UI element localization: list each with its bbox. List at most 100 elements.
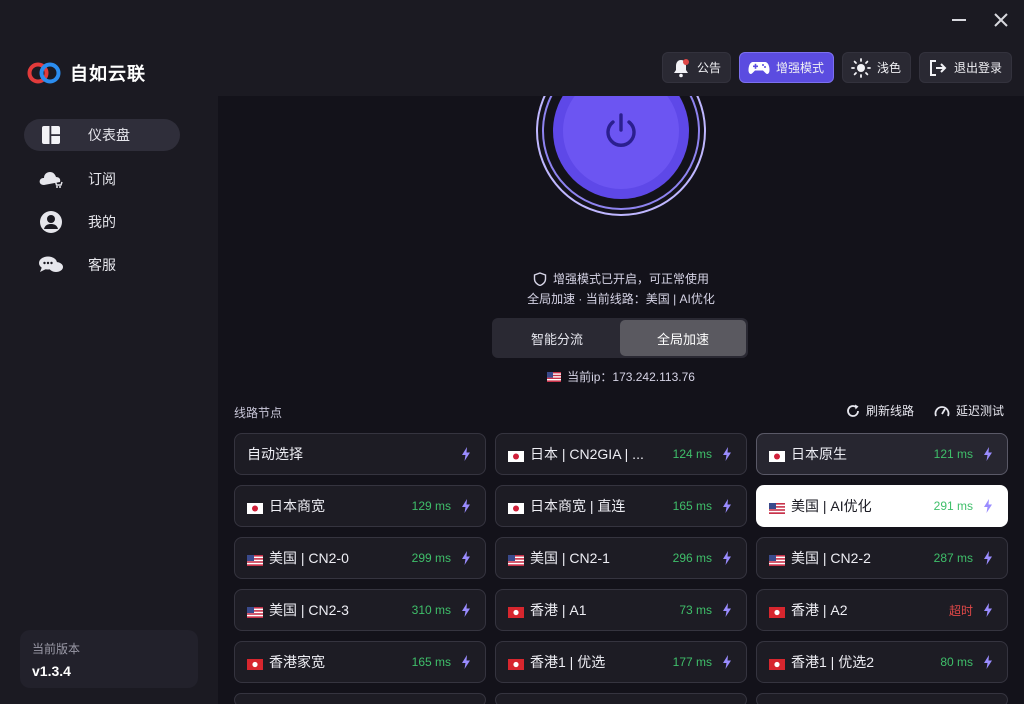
minimize-icon bbox=[952, 19, 966, 21]
chat-icon bbox=[38, 252, 64, 278]
power-button-face bbox=[563, 96, 679, 189]
node-name: 美国 | CN2-3 bbox=[269, 602, 349, 618]
node-latency: 73 ms bbox=[679, 603, 712, 617]
shield-icon bbox=[533, 271, 547, 286]
hk-flag-icon bbox=[247, 657, 263, 670]
logo-icon bbox=[27, 62, 61, 84]
main-panel: 增强模式已开启，可正常使用 全局加速 · 当前线路：美国 | AI优化 智能分流… bbox=[218, 96, 1024, 704]
minimize-button[interactable] bbox=[944, 8, 974, 32]
cloud-cart-icon bbox=[38, 166, 64, 192]
node-latency: 291 ms bbox=[933, 499, 973, 513]
node-card[interactable]: 香港 | A1 73 ms bbox=[495, 589, 747, 631]
node-name: 香港 | A1 bbox=[530, 602, 587, 618]
sidebar-item-support[interactable]: 客服 bbox=[24, 249, 180, 281]
node-latency: 124 ms bbox=[672, 447, 712, 461]
node-latency: 296 ms bbox=[672, 551, 712, 565]
bolt-icon bbox=[983, 655, 995, 669]
bolt-icon bbox=[983, 603, 995, 617]
us-flag-icon bbox=[508, 553, 524, 566]
node-card[interactable] bbox=[495, 693, 747, 704]
node-card[interactable]: 日本商宽 129 ms bbox=[234, 485, 486, 527]
node-latency: 177 ms bbox=[672, 655, 712, 669]
node-name: 香港家宽 bbox=[269, 654, 325, 670]
node-card[interactable]: 日本商宽 | 直连 165 ms bbox=[495, 485, 747, 527]
sidebar-item-label: 仪表盘 bbox=[88, 127, 130, 143]
app-name: 自如云联 bbox=[70, 64, 146, 84]
power-control bbox=[536, 96, 706, 216]
sun-icon bbox=[851, 57, 871, 78]
theme-label: 浅色 bbox=[876, 61, 901, 75]
close-icon bbox=[994, 13, 1008, 27]
sidebar-item-label: 订阅 bbox=[88, 171, 116, 187]
close-button[interactable] bbox=[986, 8, 1016, 32]
logout-button[interactable]: 退出登录 bbox=[918, 52, 1012, 83]
sidebar-item-label: 客服 bbox=[88, 257, 116, 273]
node-name: 香港1 | 优选2 bbox=[791, 654, 874, 670]
node-name: 日本商宽 bbox=[269, 498, 325, 514]
enhanced-mode-button[interactable]: 增强模式 bbox=[738, 52, 834, 83]
refresh-label: 刷新线路 bbox=[865, 404, 914, 418]
node-name: 香港1 | 优选 bbox=[530, 654, 606, 670]
sidebar-item-dashboard[interactable]: 仪表盘 bbox=[24, 119, 180, 151]
node-latency: 287 ms bbox=[933, 551, 973, 565]
node-card[interactable]: 香港 | A2 超时 bbox=[756, 589, 1008, 631]
node-card[interactable]: 自动选择 bbox=[234, 433, 486, 475]
nodes-section-actions: 刷新线路 延迟测试 bbox=[846, 402, 1004, 419]
bolt-icon bbox=[461, 655, 473, 669]
node-name: 日本 | CN2GIA | ... bbox=[530, 446, 644, 462]
refresh-icon bbox=[847, 404, 859, 417]
jp-flag-icon bbox=[508, 449, 524, 462]
us-flag-icon bbox=[247, 553, 263, 566]
node-card[interactable]: 香港1 | 优选 177 ms bbox=[495, 641, 747, 683]
node-name: 美国 | CN2-2 bbox=[791, 550, 871, 566]
dashboard-icon bbox=[38, 122, 64, 148]
gamepad-icon bbox=[748, 61, 770, 74]
node-latency: 80 ms bbox=[940, 655, 973, 669]
mode-switch: 智能分流 全局加速 bbox=[492, 318, 748, 358]
power-icon bbox=[606, 113, 636, 147]
theme-button[interactable]: 浅色 bbox=[841, 52, 911, 83]
sidebar-item-label: 我的 bbox=[88, 214, 116, 230]
node-card[interactable]: 美国 | CN2-1 296 ms bbox=[495, 537, 747, 579]
mode-smart-split[interactable]: 智能分流 bbox=[494, 320, 620, 356]
node-latency: 165 ms bbox=[672, 499, 712, 513]
logout-label: 退出登录 bbox=[953, 61, 1002, 75]
announcement-label: 公告 bbox=[696, 61, 721, 75]
node-card[interactable]: 美国 | AI优化 291 ms bbox=[756, 485, 1008, 527]
node-card[interactable]: 日本原生 121 ms bbox=[756, 433, 1008, 475]
sidebar-item-subscribe[interactable]: 订阅 bbox=[24, 163, 180, 195]
refresh-routes-button[interactable]: 刷新线路 bbox=[846, 402, 914, 419]
node-latency: 165 ms bbox=[411, 655, 451, 669]
nodes-section-title: 线路节点 bbox=[234, 406, 283, 420]
version-value: v1.3.4 bbox=[32, 663, 71, 679]
node-card[interactable]: 美国 | CN2-0 299 ms bbox=[234, 537, 486, 579]
latency-test-button[interactable]: 延迟测试 bbox=[934, 402, 1004, 419]
node-card[interactable] bbox=[234, 693, 486, 704]
node-card[interactable]: 香港1 | 优选2 80 ms bbox=[756, 641, 1008, 683]
hk-flag-icon bbox=[508, 605, 524, 618]
bolt-icon bbox=[461, 603, 473, 617]
node-name: 香港 | A2 bbox=[791, 602, 848, 618]
bolt-icon bbox=[461, 551, 473, 565]
node-name: 日本原生 bbox=[791, 446, 847, 462]
hk-flag-icon bbox=[508, 657, 524, 670]
us-flag-icon bbox=[547, 371, 562, 382]
user-icon bbox=[38, 209, 64, 235]
node-latency: 121 ms bbox=[933, 447, 973, 461]
hk-flag-icon bbox=[769, 657, 785, 670]
node-card[interactable] bbox=[756, 693, 1008, 704]
bolt-icon bbox=[722, 447, 734, 461]
bolt-icon bbox=[722, 551, 734, 565]
node-card[interactable]: 日本 | CN2GIA | ... 124 ms bbox=[495, 433, 747, 475]
current-ip: 当前ip：173.242.113.76 bbox=[218, 368, 1024, 385]
us-flag-icon bbox=[769, 553, 785, 566]
node-card[interactable]: 香港家宽 165 ms bbox=[234, 641, 486, 683]
node-card[interactable]: 美国 | CN2-2 287 ms bbox=[756, 537, 1008, 579]
announcement-button[interactable]: 公告 bbox=[661, 52, 731, 83]
node-name: 日本商宽 | 直连 bbox=[530, 498, 626, 514]
jp-flag-icon bbox=[247, 501, 263, 514]
node-latency: 超时 bbox=[948, 603, 973, 618]
node-card[interactable]: 美国 | CN2-3 310 ms bbox=[234, 589, 486, 631]
sidebar-item-profile[interactable]: 我的 bbox=[24, 206, 180, 238]
mode-global-accel[interactable]: 全局加速 bbox=[620, 320, 746, 356]
